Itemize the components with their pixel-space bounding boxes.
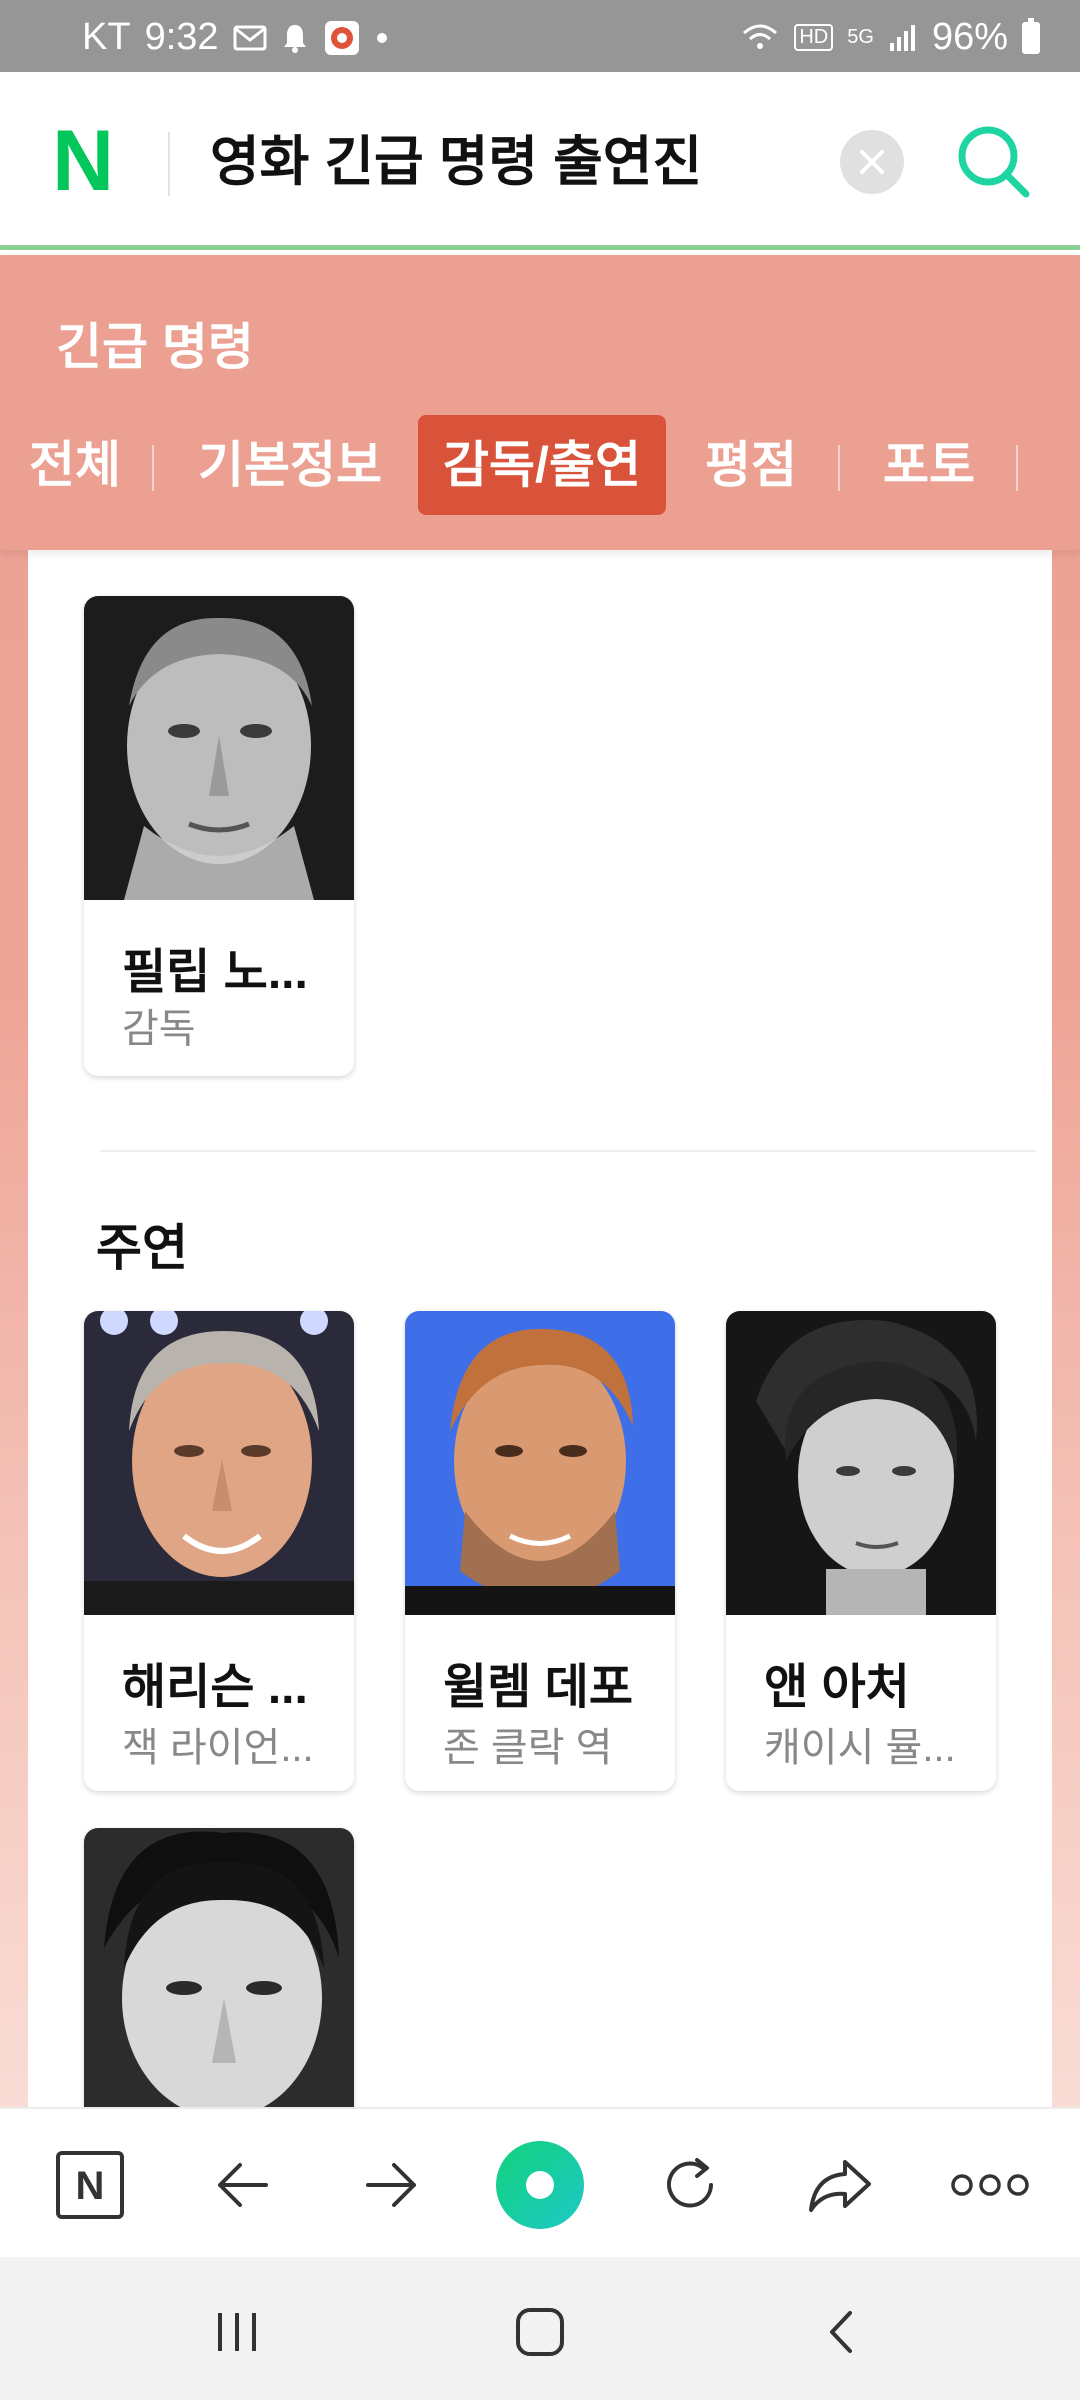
close-icon: [860, 150, 884, 174]
lead-actor-card[interactable]: 해리슨 ... 잭 라이언...: [84, 1311, 354, 1791]
more-button[interactable]: [950, 2147, 1030, 2223]
mail-icon: [233, 25, 267, 51]
cast-card: 필립 노... 감독 주연 해리슨 ... 잭 라이언... 윌렘 데포 존 클…: [28, 540, 1052, 2308]
search-icon: [958, 126, 1030, 198]
actor-name: 윌렘 데포: [443, 1661, 633, 1714]
recent-apps-icon: [218, 2313, 256, 2351]
tab-basic-info[interactable]: 기본정보: [190, 415, 390, 515]
tab-rating[interactable]: 평점: [696, 415, 806, 515]
section-divider: [100, 1150, 1036, 1152]
hd-badge: HD: [794, 24, 834, 51]
battery-icon: [1022, 17, 1040, 54]
share-button[interactable]: [802, 2147, 878, 2223]
refresh-icon: [667, 2158, 713, 2208]
home-logo-text: N: [76, 2164, 105, 2208]
actor-role: 잭 라이언...: [122, 1726, 314, 1770]
lead-actor-card[interactable]: 앤 아처 캐이시 뮬...: [726, 1311, 996, 1791]
clock: 9:32: [144, 16, 219, 58]
tab-all[interactable]: 전체: [20, 415, 130, 515]
lead-section-title: 주연: [96, 1220, 188, 1276]
green-dot-button[interactable]: [494, 2139, 586, 2231]
refresh-button[interactable]: [652, 2147, 728, 2223]
recent-apps-button[interactable]: [202, 2297, 272, 2367]
status-left: KT 9:32: [82, 16, 389, 59]
panel-title[interactable]: 긴급 명령: [56, 307, 254, 379]
hd-badge-label: HD: [794, 24, 834, 51]
carrier-label: KT: [82, 16, 131, 58]
android-navigation-bar: [0, 2257, 1080, 2400]
tab-divider: [152, 445, 154, 491]
clear-search-button[interactable]: [840, 130, 904, 194]
panel-tabs: 전체 기본정보 감독/출연 평점 포토: [0, 415, 1080, 515]
more-icon: [951, 2174, 1029, 2196]
actor-photo: [84, 1311, 354, 1615]
actor-name: 앤 아처: [764, 1661, 910, 1714]
tab-director-cast[interactable]: 감독/출연: [418, 415, 666, 515]
back-button[interactable]: [204, 2147, 280, 2223]
actor-photo: [84, 1828, 354, 2132]
actor-role: 존 클락 역: [443, 1726, 613, 1770]
search-query[interactable]: 영화 긴급 명령 출연진: [210, 124, 702, 200]
browser-toolbar: N: [0, 2107, 1080, 2257]
lead-actor-card[interactable]: 윌렘 데포 존 클락 역: [405, 1311, 675, 1791]
signal-icon: [888, 23, 918, 53]
back-nav-button[interactable]: [808, 2297, 878, 2367]
director-name: 필립 노...: [122, 946, 308, 999]
share-icon: [809, 2160, 871, 2212]
wifi-icon: [740, 21, 780, 55]
director-photo: [84, 596, 354, 900]
back-icon: [830, 2311, 852, 2353]
network-badge: 5G: [847, 26, 874, 49]
tab-photo[interactable]: 포토: [874, 415, 984, 515]
actor-name: 해리슨 ...: [122, 1661, 308, 1714]
home-icon: [516, 2308, 564, 2356]
header-divider: [168, 132, 170, 196]
app-notification-icon: [323, 19, 361, 57]
naver-logo[interactable]: N: [52, 118, 126, 204]
actor-role: 캐이시 뮬...: [764, 1726, 956, 1770]
naver-home-button[interactable]: N: [52, 2147, 128, 2223]
dot-icon: [375, 31, 389, 45]
director-card[interactable]: 필립 노... 감독: [84, 596, 354, 1076]
director-role: 감독: [122, 1007, 196, 1051]
actor-photo: [726, 1311, 996, 1615]
tab-divider: [1016, 445, 1018, 491]
back-arrow-icon: [218, 2163, 268, 2207]
status-right: HD 5G 96%: [740, 16, 1040, 59]
battery-percent: 96%: [931, 16, 1008, 58]
tab-divider: [838, 445, 840, 491]
forward-arrow-icon: [366, 2163, 416, 2207]
home-button[interactable]: [505, 2297, 575, 2367]
status-bar: KT 9:32 HD 5G 96%: [0, 0, 1080, 72]
notification-bell-icon: [281, 22, 309, 54]
search-header: N 영화 긴급 명령 출연진: [0, 72, 1080, 250]
green-dot-icon: [496, 2141, 584, 2229]
actor-photo: [405, 1311, 675, 1615]
forward-button[interactable]: [354, 2147, 430, 2223]
network-label: 5G: [847, 26, 874, 48]
naver-home-icon: N: [56, 2151, 124, 2219]
search-button[interactable]: [954, 122, 1032, 200]
panel-header: 긴급 명령 전체 기본정보 감독/출연 평점 포토: [0, 255, 1080, 550]
